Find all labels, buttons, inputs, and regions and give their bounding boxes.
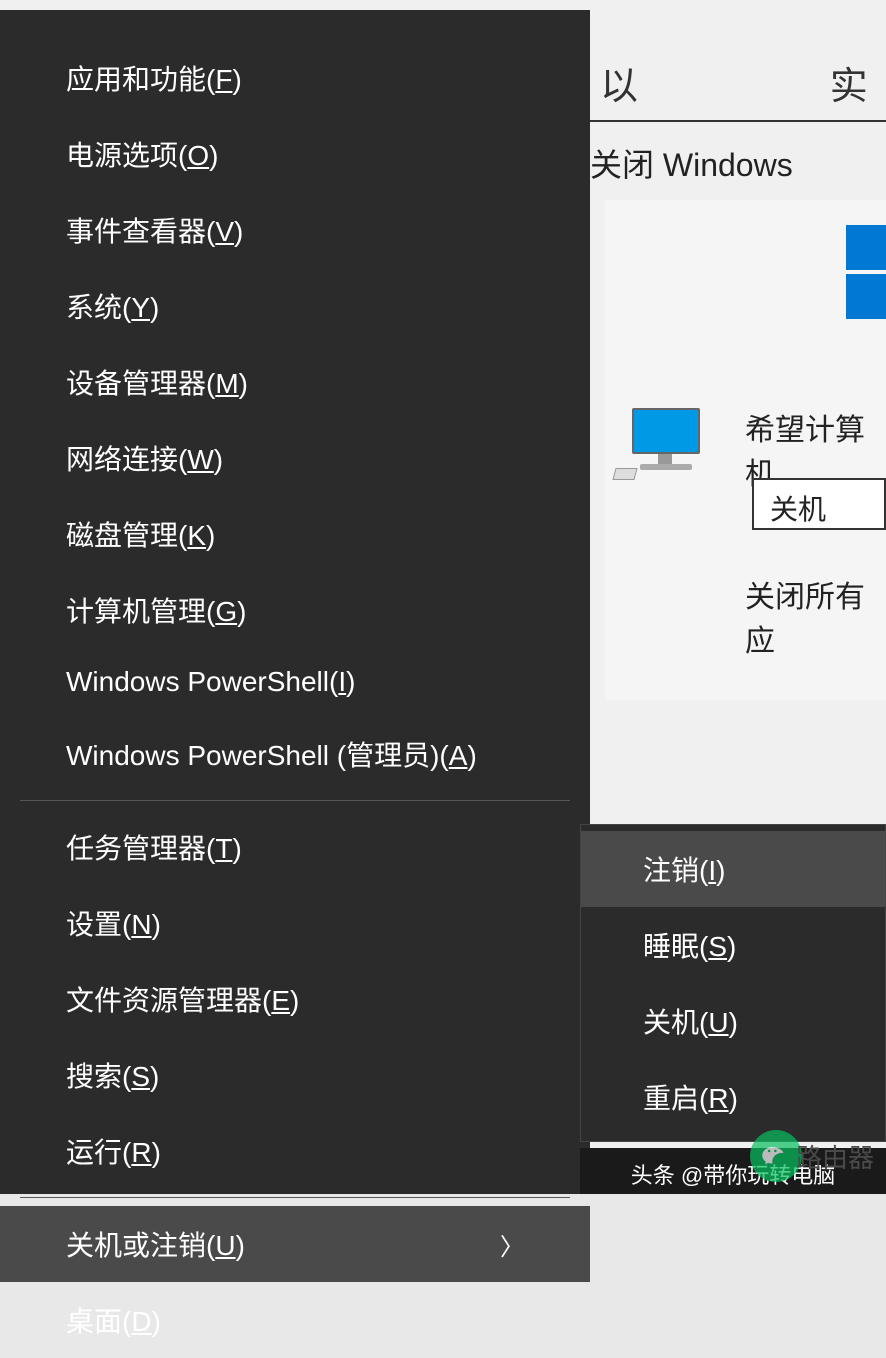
shutdown-dialog-title: 关闭 Windows — [590, 140, 793, 186]
menu-item-label: 运行(R) — [66, 1131, 161, 1171]
close-apps-description: 关闭所有应 — [745, 572, 886, 660]
menu-item-label: 桌面(D) — [66, 1300, 161, 1340]
menu-item-power-1[interactable]: 桌面(D) — [0, 1282, 590, 1358]
chevron-right-icon: 〉 — [500, 1227, 524, 1262]
menu-item-label: 系统(Y) — [66, 286, 159, 326]
menu-item-label: Windows PowerShell (管理员)(A) — [66, 734, 477, 774]
menu-item-label: 设备管理器(M) — [66, 362, 248, 402]
menu-item-main-9[interactable]: Windows PowerShell (管理员)(A) — [0, 716, 590, 792]
menu-item-main-4[interactable]: 设备管理器(M) — [0, 344, 590, 420]
windows-logo-icon — [846, 225, 886, 319]
menu-item-label: Windows PowerShell(I) — [66, 666, 355, 698]
submenu-item-0[interactable]: 注销(I) — [581, 831, 885, 907]
computer-icon — [632, 408, 712, 478]
menu-item-main-7[interactable]: 计算机管理(G) — [0, 572, 590, 648]
menu-item-label: 任务管理器(T) — [66, 827, 242, 867]
menu-item-main-8[interactable]: Windows PowerShell(I) — [0, 648, 590, 716]
menu-item-label: 应用和功能(F) — [66, 58, 242, 98]
menu-item-label: 搜索(S) — [66, 1055, 159, 1095]
menu-item-label: 计算机管理(G) — [66, 590, 246, 630]
submenu-item-3[interactable]: 重启(R) — [581, 1059, 885, 1135]
submenu-item-2[interactable]: 关机(U) — [581, 983, 885, 1059]
menu-item-tools-1[interactable]: 设置(N) — [0, 885, 590, 961]
shutdown-submenu: 注销(I)睡眠(S)关机(U)重启(R) — [580, 824, 886, 1142]
bg-header-text: 以 实 — [600, 55, 886, 110]
router-watermark: 路由器 — [796, 1138, 874, 1175]
menu-separator — [20, 800, 570, 801]
menu-item-main-3[interactable]: 系统(Y) — [0, 268, 590, 344]
menu-item-tools-4[interactable]: 运行(R) — [0, 1113, 590, 1189]
menu-item-main-1[interactable]: 电源选项(O) — [0, 116, 590, 192]
winx-power-menu: 应用和功能(F) 电源选项(O) 事件查看器(V) 系统(Y) 设备管理器(M) 网络连接… — [0, 10, 590, 1194]
menu-item-label: 电源选项(O) — [66, 134, 218, 174]
menu-item-main-2[interactable]: 事件查看器(V) — [0, 192, 590, 268]
menu-item-tools-3[interactable]: 搜索(S) — [0, 1037, 590, 1113]
menu-item-tools-0[interactable]: 任务管理器(T) — [0, 809, 590, 885]
menu-item-label: 关机或注销(U) — [66, 1224, 245, 1264]
menu-item-main-6[interactable]: 磁盘管理(K) — [0, 496, 590, 572]
menu-item-label: 磁盘管理(K) — [66, 514, 215, 554]
shutdown-action-dropdown[interactable]: 关机 — [752, 478, 886, 530]
menu-item-label: 事件查看器(V) — [66, 210, 243, 250]
menu-item-label: 文件资源管理器(E) — [66, 979, 299, 1019]
wechat-icon — [750, 1130, 802, 1182]
menu-item-main-0[interactable]: 应用和功能(F) — [0, 40, 590, 116]
divider-line — [590, 120, 886, 122]
menu-item-power-0[interactable]: 关机或注销(U) 〉 — [0, 1206, 590, 1282]
menu-item-label: 网络连接(W) — [66, 438, 223, 478]
menu-item-tools-2[interactable]: 文件资源管理器(E) — [0, 961, 590, 1037]
menu-item-main-5[interactable]: 网络连接(W) — [0, 420, 590, 496]
menu-item-label: 设置(N) — [66, 903, 161, 943]
submenu-item-1[interactable]: 睡眠(S) — [581, 907, 885, 983]
menu-separator — [20, 1197, 570, 1198]
